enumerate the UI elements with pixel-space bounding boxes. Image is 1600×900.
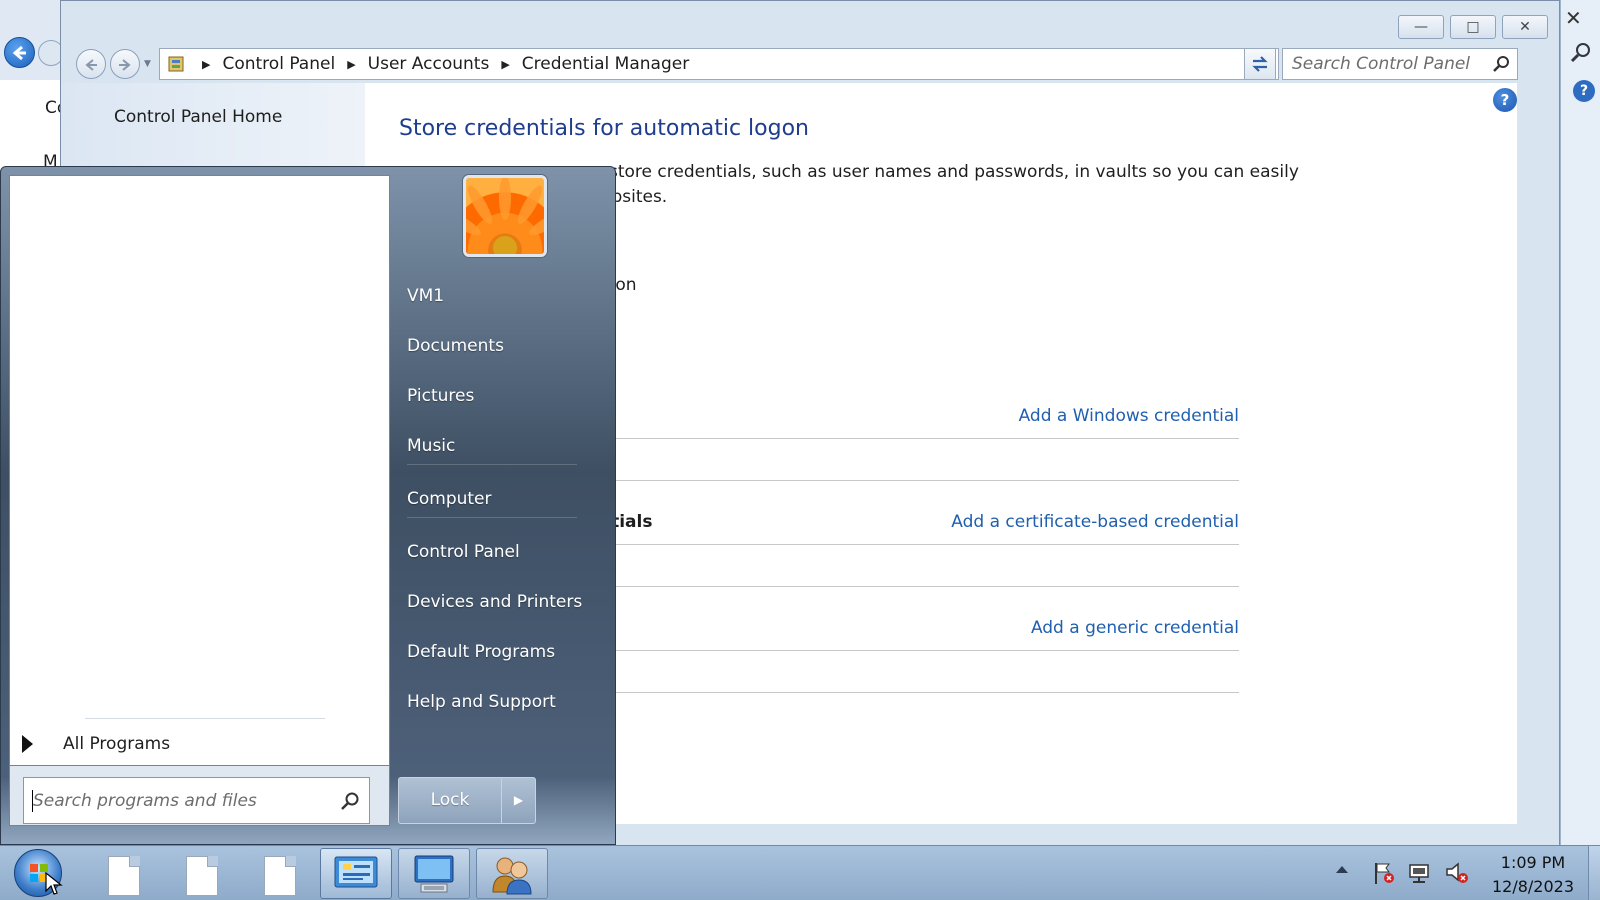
add-certificate-credential-link[interactable]: Add a certificate-based credential (951, 512, 1239, 532)
background-help-icon[interactable]: ? (1573, 80, 1595, 102)
start-item-documents[interactable]: Documents (407, 336, 504, 356)
breadcrumb-separator-icon[interactable]: ▶ (202, 58, 210, 71)
action-center-flag-icon[interactable] (1371, 860, 1397, 886)
clock-date: 12/8/2023 (1491, 877, 1575, 896)
background-close-icon[interactable]: ✕ (1565, 6, 1582, 30)
back-arrow-icon (12, 45, 26, 61)
start-search-input[interactable] (24, 778, 324, 823)
mouse-cursor-icon (45, 872, 63, 895)
refresh-button[interactable] (1244, 48, 1276, 80)
start-item-devices-printers[interactable]: Devices and Printers (407, 592, 582, 612)
back-button[interactable] (76, 49, 106, 79)
control-panel-icon (334, 856, 378, 888)
maximize-button[interactable]: □ (1450, 15, 1496, 39)
close-button[interactable]: ✕ (1502, 15, 1548, 39)
breadcrumb-separator-icon[interactable]: ▶ (347, 58, 355, 71)
forward-button[interactable] (110, 49, 140, 79)
start-search-area (9, 766, 390, 826)
description-line-1: store credentials, such as user names an… (609, 162, 1299, 182)
refresh-icon (1252, 56, 1268, 72)
divider (407, 517, 577, 518)
description-line-2: ebsites. (601, 187, 668, 207)
control-panel-home-link[interactable]: Control Panel Home (114, 107, 282, 127)
taskbar-document-2[interactable] (165, 848, 237, 899)
help-icon[interactable]: ? (1493, 88, 1517, 112)
control-panel-icon (168, 56, 184, 72)
start-item-vm1[interactable]: VM1 (407, 286, 444, 306)
lock-button[interactable]: Lock (398, 777, 502, 824)
start-menu: All Programs VM1 Documents Pictures Musi… (0, 166, 616, 845)
divider (85, 718, 325, 719)
breadcrumb: ▶ Control Panel ▶ User Accounts ▶ Creden… (196, 54, 689, 74)
forward-arrow-icon (119, 59, 131, 71)
flower-icon (466, 178, 544, 254)
document-icon (264, 856, 296, 896)
breadcrumb-credential-manager[interactable]: Credential Manager (522, 54, 689, 74)
remote-desktop-icon (414, 855, 454, 893)
title-bar: — □ ✕ (61, 1, 1559, 45)
taskbar-remote-desktop[interactable] (398, 848, 470, 899)
taskbar-document-3[interactable] (243, 848, 315, 899)
taskbar-user-accounts[interactable] (476, 848, 548, 899)
taskbar-control-panel[interactable] (320, 848, 392, 899)
search-input[interactable] (1283, 49, 1483, 79)
background-back-button[interactable] (4, 37, 35, 68)
document-icon (108, 856, 140, 896)
search-box[interactable] (1282, 48, 1518, 80)
start-item-help-support[interactable]: Help and Support (407, 692, 556, 712)
volume-muted-icon[interactable] (1444, 860, 1470, 886)
breadcrumb-user-accounts[interactable]: User Accounts (368, 54, 490, 74)
text-caret (32, 790, 33, 812)
address-bar[interactable]: ▶ Control Panel ▶ User Accounts ▶ Creden… (159, 48, 1279, 80)
start-menu-programs-pane: All Programs (9, 175, 390, 766)
expand-arrow-icon (22, 735, 33, 753)
divider (407, 464, 577, 465)
all-programs-label: All Programs (63, 734, 171, 754)
minimize-button[interactable]: — (1398, 15, 1444, 39)
users-icon (492, 857, 532, 895)
network-icon[interactable] (1407, 860, 1433, 886)
document-icon (186, 856, 218, 896)
user-picture-avatar[interactable] (463, 175, 547, 257)
start-item-control-panel[interactable]: Control Panel (407, 542, 520, 562)
recent-pages-dropdown-icon[interactable]: ▼ (144, 59, 151, 69)
add-generic-credential-link[interactable]: Add a generic credential (1031, 618, 1239, 638)
navigation-bar: ▼ ▶ Control Panel ▶ User Accounts ▶ Cred… (61, 45, 1559, 83)
taskbar-document-1[interactable] (87, 848, 159, 899)
start-item-music[interactable]: Music (407, 436, 455, 456)
taskbar: 1:09 PM 12/8/2023 (0, 845, 1600, 900)
start-button[interactable] (14, 849, 63, 897)
start-item-default-programs[interactable]: Default Programs (407, 642, 555, 662)
start-item-computer[interactable]: Computer (407, 489, 492, 509)
page-title: Store credentials for automatic logon (399, 116, 809, 141)
clock-time: 1:09 PM (1500, 853, 1566, 872)
system-clock[interactable]: 1:09 PM 12/8/2023 (1478, 851, 1588, 899)
breadcrumb-separator-icon[interactable]: ▶ (501, 58, 509, 71)
search-icon[interactable] (1491, 54, 1511, 74)
all-programs-item[interactable]: All Programs (22, 734, 170, 754)
breadcrumb-control-panel[interactable]: Control Panel (222, 54, 335, 74)
show-desktop-button[interactable] (1588, 846, 1600, 900)
show-hidden-icons-icon[interactable] (1336, 866, 1348, 873)
start-search-box[interactable] (23, 777, 370, 824)
shutdown-options-arrow-button[interactable]: ▶ (501, 777, 536, 824)
add-windows-credential-link[interactable]: Add a Windows credential (1019, 406, 1239, 426)
search-icon[interactable] (339, 790, 361, 812)
background-right-edge (1560, 0, 1600, 845)
back-arrow-icon (85, 59, 97, 71)
start-item-pictures[interactable]: Pictures (407, 386, 474, 406)
background-search-icon[interactable] (1568, 40, 1594, 66)
